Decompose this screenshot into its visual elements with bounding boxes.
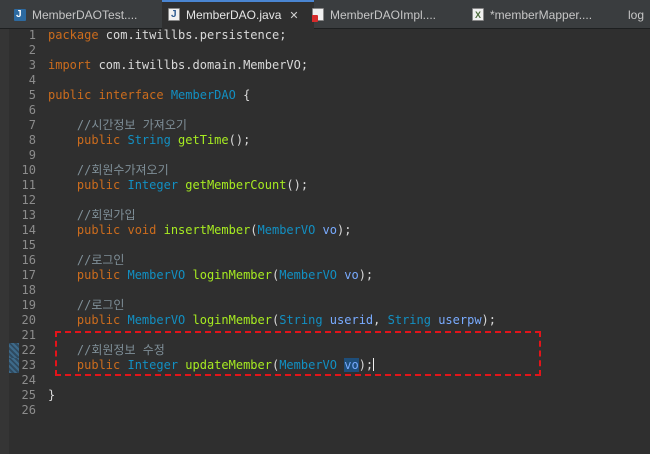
- tab-label: *memberMapper....: [490, 8, 593, 22]
- junit-test-icon: [14, 2, 26, 28]
- line-number: 22: [21, 343, 36, 357]
- xml-file-icon: [472, 2, 484, 28]
- tab-label: MemberDAOImpl....: [330, 8, 437, 22]
- code-line[interactable]: import com.itwillbs.domain.MemberVO;: [48, 58, 308, 73]
- line-number: 24: [21, 373, 36, 387]
- code-line[interactable]: public interface MemberDAO {: [48, 88, 250, 103]
- line-number: 8: [28, 133, 36, 147]
- line-number: 4: [28, 73, 36, 87]
- code-comment[interactable]: //로그인: [48, 253, 125, 268]
- line-number: 15: [21, 238, 36, 252]
- close-icon[interactable]: ✕: [289, 10, 298, 22]
- tab-membermapper[interactable]: *memberMapper....: [472, 2, 622, 28]
- tab-label: log: [628, 8, 645, 22]
- line-number: 11: [21, 178, 36, 192]
- line-number: 23: [21, 358, 36, 372]
- tab-memberdao-java[interactable]: MemberDAO.java ✕: [162, 0, 314, 30]
- code-line[interactable]: }: [48, 388, 55, 403]
- tab-memberdaoimpl[interactable]: MemberDAOImpl....: [312, 2, 462, 28]
- line-number: 21: [21, 328, 36, 342]
- java-error-file-icon: [312, 8, 324, 22]
- java-file-icon: [168, 2, 180, 28]
- code-line[interactable]: public Integer getMemberCount();: [48, 178, 308, 193]
- code-line[interactable]: public MemberVO loginMember(String useri…: [48, 313, 496, 328]
- tab-label: MemberDAOTest....: [32, 8, 138, 22]
- line-number: 14: [21, 223, 36, 237]
- code-line[interactable]: public void insertMember(MemberVO vo);: [48, 223, 352, 238]
- code-comment[interactable]: //로그인: [48, 298, 125, 313]
- line-number: 13: [21, 208, 36, 222]
- line-number: 16: [21, 253, 36, 267]
- line-number: 7: [28, 118, 36, 132]
- line-number: 12: [21, 193, 36, 207]
- code-comment[interactable]: //시간정보 가져오기: [48, 118, 187, 133]
- line-number: 5: [28, 88, 36, 102]
- code-line[interactable]: public MemberVO loginMember(MemberVO vo)…: [48, 268, 373, 283]
- tab-label: MemberDAO.java: [186, 8, 282, 22]
- line-number: 26: [21, 403, 36, 417]
- line-number: 3: [28, 58, 36, 72]
- code-line[interactable]: package com.itwillbs.persistence;: [48, 28, 286, 43]
- line-number: 17: [21, 268, 36, 282]
- line-number: 9: [28, 148, 36, 162]
- line-number: 1: [28, 28, 36, 42]
- line-number: 19: [21, 298, 36, 312]
- line-number: 6: [28, 103, 36, 117]
- line-number: 18: [21, 283, 36, 297]
- line-number: 10: [21, 163, 36, 177]
- line-number: 20: [21, 313, 36, 327]
- line-number: 25: [21, 388, 36, 402]
- code-editor[interactable]: 1 package com.itwillbs.persistence; 2 3 im…: [0, 28, 650, 454]
- line-number: 2: [28, 43, 36, 57]
- code-comment[interactable]: //회원수가져오기: [48, 163, 169, 178]
- code-comment[interactable]: //회원가입: [48, 208, 136, 223]
- tab-memberdaotest[interactable]: MemberDAOTest....: [14, 2, 164, 28]
- code-line[interactable]: public String getTime();: [48, 133, 250, 148]
- tab-log[interactable]: log: [628, 2, 650, 28]
- annotation-highlight-box: [55, 331, 541, 376]
- editor-tab-bar: MemberDAOTest.... MemberDAO.java ✕ Member…: [0, 0, 650, 30]
